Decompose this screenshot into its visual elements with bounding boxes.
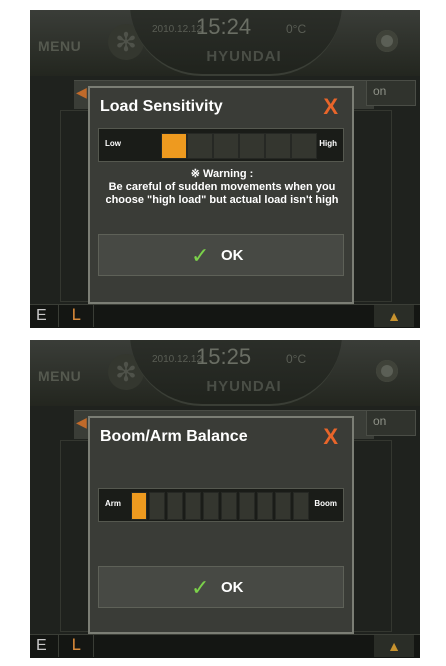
ok-label: OK — [221, 247, 244, 264]
travel-speed-turtle-icon: ▲ — [374, 305, 414, 327]
clock-readout: 15:25 — [196, 344, 252, 369]
close-icon[interactable]: X — [323, 424, 338, 450]
date-readout: 2010.12.12 — [152, 354, 203, 365]
warning-line-1: Be careful of sudden movements when you — [108, 181, 336, 193]
background-tab-on: on — [366, 410, 416, 436]
meter-segment-7[interactable] — [239, 492, 255, 520]
ok-button[interactable]: ✓ OK — [98, 566, 344, 608]
meter-segment-3[interactable] — [167, 492, 183, 520]
load-sensitivity-dialog: Load Sensitivity X Low High ※ Warning : … — [88, 86, 354, 304]
warning-line-2: choose "high load" but actual load isn't… — [105, 194, 339, 206]
travel-speed-turtle-icon: ▲ — [374, 635, 414, 657]
meter-segment-2[interactable] — [187, 133, 213, 159]
meter-segment-6[interactable] — [291, 133, 317, 159]
boom-arm-balance-screen: MENU ✻ 2010.12.12 15:25 0°C HYUNDAI ◀ on… — [30, 340, 420, 658]
close-icon[interactable]: X — [323, 94, 338, 120]
check-icon: ✓ — [191, 575, 210, 600]
ok-label: OK — [221, 579, 244, 596]
temperature-readout: 0°C — [286, 22, 307, 36]
work-mode-icon: ᒪ — [58, 635, 94, 657]
meter-segment-5[interactable] — [265, 133, 291, 159]
top-status-bar: MENU ✻ 2010.12.12 15:25 0°C HYUNDAI — [30, 340, 420, 406]
meter-segment-1[interactable] — [131, 492, 147, 520]
settings-knob-icon[interactable] — [376, 30, 398, 52]
power-mode-indicator: E — [36, 307, 47, 324]
back-arrow-icon: ◀ — [76, 414, 87, 430]
brand-logo: HYUNDAI — [206, 48, 282, 65]
warning-title: ※ Warning : — [190, 168, 254, 180]
settings-knob-icon[interactable] — [376, 360, 398, 382]
bottom-status-bar: E ᒪ ▲ — [30, 304, 420, 328]
menu-button[interactable]: MENU — [38, 368, 81, 384]
meter-boom-label: Boom — [314, 499, 337, 508]
meter-arm-label: Arm — [105, 499, 122, 508]
meter-segment-9[interactable] — [275, 492, 291, 520]
check-icon: ✓ — [191, 243, 210, 268]
meter-segment-10[interactable] — [293, 492, 309, 520]
meter-segment-2[interactable] — [149, 492, 165, 520]
meter-segment-5[interactable] — [203, 492, 219, 520]
work-mode-icon: ᒪ — [58, 305, 94, 327]
meter-segment-6[interactable] — [221, 492, 237, 520]
back-arrow-icon: ◀ — [76, 84, 87, 100]
balance-meter[interactable]: Arm Boom — [98, 488, 344, 522]
dialog-title: Load Sensitivity — [100, 98, 223, 115]
boom-arm-balance-dialog: Boom/Arm Balance X Arm Boom ✓ OK — [88, 416, 354, 634]
meter-low-label: Low — [105, 139, 121, 148]
meter-high-label: High — [319, 139, 337, 148]
brand-logo: HYUNDAI — [206, 378, 282, 395]
date-readout: 2010.12.12 — [152, 24, 203, 35]
sensitivity-meter[interactable]: Low High — [98, 128, 344, 162]
background-tab-on: on — [366, 80, 416, 106]
clock-readout: 15:24 — [196, 14, 252, 39]
temperature-readout: 0°C — [286, 352, 307, 366]
warning-message: ※ Warning : Be careful of sudden movemen… — [98, 168, 346, 207]
power-mode-indicator: E — [36, 637, 47, 654]
ok-button[interactable]: ✓ OK — [98, 234, 344, 276]
bottom-status-bar: E ᒪ ▲ — [30, 634, 420, 658]
top-status-bar: MENU ✻ 2010.12.12 15:24 0°C HYUNDAI — [30, 10, 420, 76]
meter-segment-8[interactable] — [257, 492, 273, 520]
menu-button[interactable]: MENU — [38, 38, 81, 54]
meter-segment-1[interactable] — [161, 133, 187, 159]
meter-segment-3[interactable] — [213, 133, 239, 159]
load-sensitivity-screen: MENU ✻ 2010.12.12 15:24 0°C HYUNDAI ◀ on… — [30, 10, 420, 328]
meter-segment-4[interactable] — [185, 492, 201, 520]
dialog-title: Boom/Arm Balance — [100, 428, 248, 445]
meter-segment-4[interactable] — [239, 133, 265, 159]
